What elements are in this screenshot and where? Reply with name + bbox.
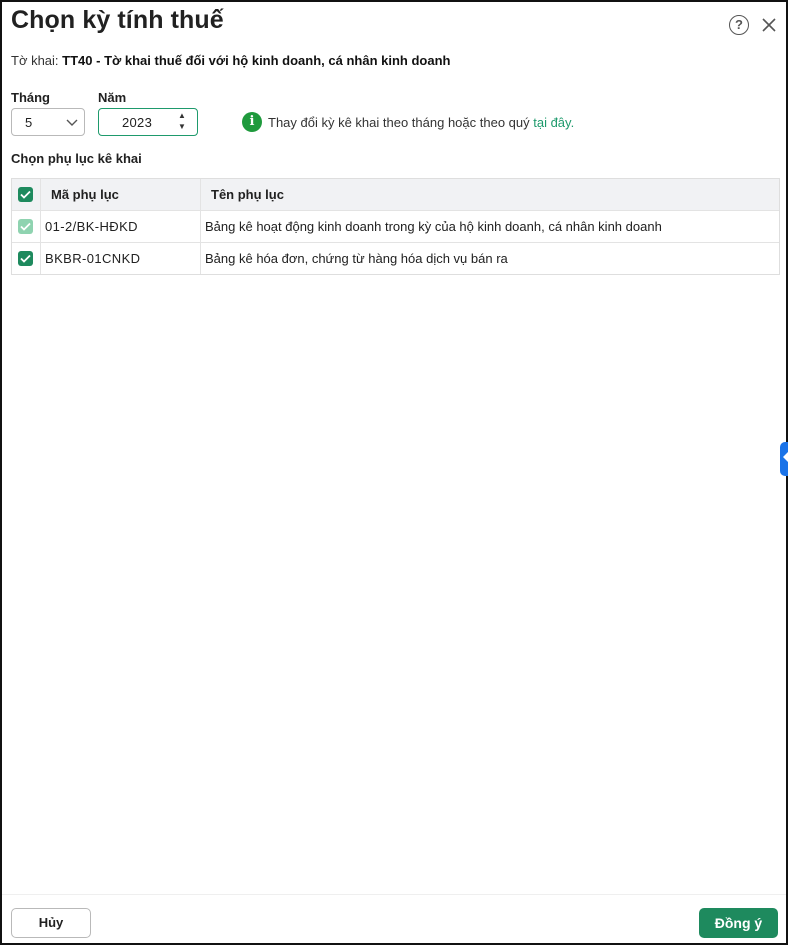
check-icon [20, 222, 31, 231]
footer-divider [2, 894, 786, 895]
column-header-name: Tên phụ lục [211, 187, 284, 202]
month-value: 5 [25, 115, 33, 130]
column-header-code: Mã phụ lục [51, 187, 119, 202]
year-value[interactable]: 2023 [122, 115, 152, 130]
table-row[interactable]: 01-2/BK-HĐKD Bảng kê hoạt động kinh doan… [12, 211, 779, 243]
ok-button[interactable]: Đồng ý [699, 908, 778, 938]
check-icon [20, 190, 31, 199]
check-icon [20, 254, 31, 263]
cancel-button[interactable]: Hủy [11, 908, 91, 938]
form-label: Tờ khai: [11, 53, 59, 68]
header-code-cell: Mã phụ lục [41, 179, 201, 210]
header-name-cell: Tên phụ lục [201, 179, 779, 210]
appendix-code: 01-2/BK-HĐKD [45, 219, 138, 234]
info-text: Thay đổi kỳ kê khai theo tháng hoặc theo… [268, 115, 534, 130]
form-info: Tờ khai: TT40 - Tờ khai thuế đối với hộ … [11, 53, 450, 68]
table-header: Mã phụ lục Tên phụ lục [12, 179, 779, 211]
month-label: Tháng [11, 90, 50, 105]
appendix-name: Bảng kê hóa đơn, chứng từ hàng hóa dịch … [205, 251, 508, 266]
checkbox-cell [12, 211, 41, 242]
code-cell: 01-2/BK-HĐKD [41, 211, 201, 242]
checkbox-cell [12, 243, 41, 274]
info-message: Thay đổi kỳ kê khai theo tháng hoặc theo… [268, 115, 574, 130]
month-select[interactable]: 5 [11, 108, 85, 136]
row-checkbox[interactable] [18, 251, 33, 266]
row-checkbox [18, 219, 33, 234]
info-circle-icon: i [242, 112, 262, 132]
year-stepper[interactable]: 2023 ▲ ▼ [98, 108, 198, 136]
select-all-checkbox[interactable] [18, 187, 33, 202]
select-tax-period-dialog: Chọn kỳ tính thuế ? Tờ khai: TT40 - Tờ k… [0, 0, 788, 945]
appendix-name: Bảng kê hoạt động kinh doanh trong kỳ củ… [205, 219, 662, 234]
increment-year-button[interactable]: ▲ [175, 111, 189, 121]
form-value: TT40 - Tờ khai thuế đối với hộ kinh doan… [62, 53, 451, 68]
name-cell: Bảng kê hóa đơn, chứng từ hàng hóa dịch … [201, 243, 779, 274]
table-row[interactable]: BKBR-01CNKD Bảng kê hóa đơn, chứng từ hà… [12, 243, 779, 274]
appendix-code: BKBR-01CNKD [45, 251, 141, 266]
decrement-year-button[interactable]: ▼ [175, 122, 189, 132]
chevron-left-icon [783, 452, 788, 462]
change-period-link[interactable]: tại đây. [533, 115, 574, 130]
name-cell: Bảng kê hoạt động kinh doanh trong kỳ củ… [201, 211, 779, 242]
appendix-section-title: Chọn phụ lục kê khai [11, 151, 142, 166]
code-cell: BKBR-01CNKD [41, 243, 201, 274]
side-panel-toggle[interactable] [780, 442, 788, 476]
appendix-table: Mã phụ lục Tên phụ lục 01-2/BK-HĐKD Bảng… [11, 178, 780, 275]
select-all-cell [12, 179, 41, 210]
dialog-title: Chọn kỳ tính thuế [11, 6, 224, 34]
close-icon[interactable] [760, 16, 778, 34]
year-label: Năm [98, 90, 127, 105]
question-circle-icon[interactable]: ? [729, 15, 749, 35]
chevron-down-icon [66, 119, 78, 126]
